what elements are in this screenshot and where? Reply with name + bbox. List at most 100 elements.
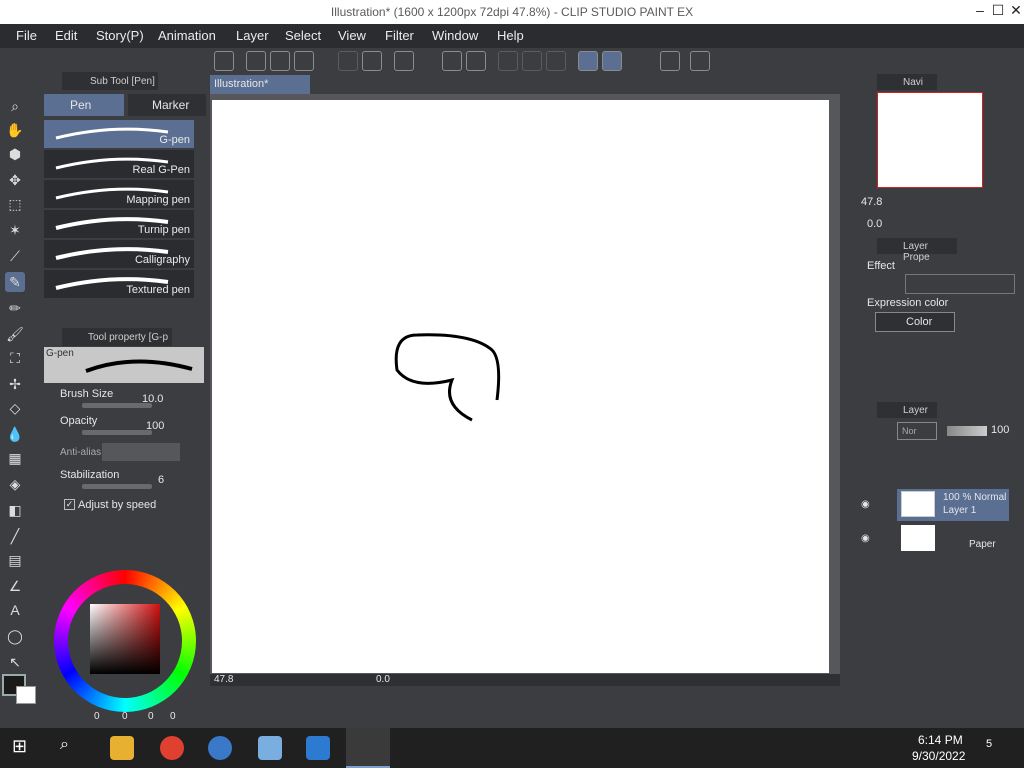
hand-tool-icon[interactable]: ✋ [5, 120, 25, 140]
effect-buttons[interactable] [905, 274, 1015, 294]
menu-select[interactable]: Select [285, 28, 321, 43]
brush-item[interactable]: Real G-Pen [44, 150, 194, 178]
subtool-header[interactable]: Sub Tool [Pen] [62, 72, 158, 90]
grid-icon[interactable] [498, 51, 518, 71]
clip-studio-taskbar-icon[interactable] [346, 728, 390, 768]
opacity-bar[interactable] [947, 426, 987, 436]
layer-row[interactable]: 100 % Normal Layer 1 [897, 489, 1009, 521]
brush-item[interactable]: Mapping pen [44, 180, 194, 208]
menu-view[interactable]: View [338, 28, 366, 43]
brush-item[interactable]: Textured pen [44, 270, 194, 298]
move-tool-icon[interactable]: ✥ [5, 170, 25, 190]
menu-filter[interactable]: Filter [385, 28, 414, 43]
balloon-icon[interactable]: ◯ [5, 626, 25, 646]
stabilization-value[interactable]: 6 [158, 474, 164, 486]
opacity-value[interactable]: 100 [146, 420, 164, 432]
adjust-speed-checkbox[interactable]: ✓ [64, 499, 75, 510]
app-icon[interactable] [306, 736, 330, 760]
canvas-tab[interactable]: Illustration* [210, 75, 310, 94]
magic-wand-icon[interactable]: ✶ [5, 220, 25, 240]
settings-icon[interactable] [660, 51, 680, 71]
open-file-icon[interactable] [270, 51, 290, 71]
app-icon[interactable] [258, 736, 282, 760]
fill-icon[interactable] [442, 51, 462, 71]
canvas-zoom[interactable]: 47.8 [214, 674, 233, 685]
menu-story[interactable]: Story(P) [96, 28, 144, 43]
adjust-speed-label[interactable]: Adjust by speed [78, 499, 156, 511]
text-tool-icon[interactable]: A [5, 600, 25, 620]
navigator-preview[interactable] [877, 92, 983, 188]
undo-icon[interactable] [338, 51, 358, 71]
navigator-zoom[interactable]: 47.8 [861, 196, 882, 208]
brush-item[interactable]: Calligraphy [44, 240, 194, 268]
layer-row[interactable]: Paper [897, 523, 1009, 555]
canvas-angle[interactable]: 0.0 [376, 674, 390, 685]
close-button[interactable]: ✕ [1006, 2, 1024, 22]
mask-icon[interactable] [546, 51, 566, 71]
menu-layer[interactable]: Layer [236, 28, 269, 43]
decoration-icon[interactable]: ✢ [5, 374, 25, 394]
tab-pen[interactable]: Pen [44, 94, 124, 116]
correct-line-icon[interactable]: ↖ [5, 652, 25, 672]
minimize-button[interactable]: – [970, 2, 990, 22]
notification-icon[interactable]: 5 [986, 738, 1006, 758]
eraser-icon[interactable]: ◇ [5, 398, 25, 418]
stabilization-slider[interactable] [82, 484, 152, 489]
snap-ruler-icon[interactable] [578, 51, 598, 71]
brush-size-value[interactable]: 10.0 [142, 393, 163, 405]
figure-icon[interactable]: ╱ [5, 526, 25, 546]
blend-icon[interactable]: 💧 [5, 424, 25, 444]
menu-file[interactable]: File [16, 28, 37, 43]
sub-color-swatch[interactable] [16, 686, 36, 704]
ruler-icon[interactable]: ∠ [5, 576, 25, 596]
selection-icon[interactable] [522, 51, 542, 71]
layer-property-tab[interactable]: Layer Prope [877, 238, 957, 263]
opacity-slider[interactable] [82, 430, 152, 435]
save-icon[interactable] [294, 51, 314, 71]
transform-icon[interactable] [466, 51, 486, 71]
brush-item[interactable]: Turnip pen [44, 210, 194, 238]
selection-tool-icon[interactable]: ⬚ [5, 194, 25, 214]
navigator-tab[interactable]: Navi [877, 74, 937, 90]
clock-time[interactable]: 6:14 PM [918, 733, 963, 747]
expression-color-select[interactable]: Color [875, 312, 955, 332]
fill-tool-icon[interactable]: ◈ [5, 474, 25, 494]
start-icon[interactable]: ⊞ [12, 736, 36, 760]
menu-edit[interactable]: Edit [55, 28, 77, 43]
canvas-paper[interactable] [212, 100, 829, 673]
pen-tool-icon[interactable]: ✎ [5, 272, 25, 292]
color-square[interactable] [90, 604, 160, 674]
menu-help[interactable]: Help [497, 28, 524, 43]
search-icon[interactable]: ⌕ [60, 736, 84, 760]
snap-special-icon[interactable] [602, 51, 622, 71]
clip-studio-icon[interactable] [214, 51, 234, 71]
object-tool-icon[interactable]: ⬢ [5, 144, 25, 164]
file-explorer-icon[interactable] [110, 736, 134, 760]
new-file-icon[interactable] [246, 51, 266, 71]
blend-mode-select[interactable]: Nor [897, 422, 937, 440]
clock-date[interactable]: 9/30/2022 [912, 749, 965, 763]
chrome-icon[interactable] [160, 736, 184, 760]
tool-property-header[interactable]: Tool property [G-p [62, 328, 172, 346]
layer-opacity-value[interactable]: 100 [991, 424, 1009, 436]
zoom-tool-icon[interactable]: ⌕ [5, 96, 25, 116]
airbrush-icon[interactable]: ⛶ [5, 348, 25, 368]
brush-tool-icon[interactable]: 🖌 [5, 324, 25, 344]
redo-icon[interactable] [362, 51, 382, 71]
frame-icon[interactable]: ▤ [5, 550, 25, 570]
layer-tab[interactable]: Layer [877, 402, 937, 418]
maximize-button[interactable]: ☐ [988, 2, 1008, 22]
navigator-angle[interactable]: 0.0 [867, 218, 882, 230]
help-icon[interactable] [690, 51, 710, 71]
mesh-icon[interactable]: ▦ [5, 448, 25, 468]
menu-window[interactable]: Window [432, 28, 478, 43]
gradient-icon[interactable]: ◧ [5, 500, 25, 520]
loading-icon[interactable] [394, 51, 414, 71]
qbittorrent-icon[interactable] [208, 736, 232, 760]
antialias-selector[interactable] [102, 443, 180, 461]
eyedropper-icon[interactable]: ⟋ [5, 246, 25, 266]
visibility-eye-icon[interactable]: ◉ [861, 499, 875, 510]
pencil-tool-icon[interactable]: ✏ [5, 298, 25, 318]
visibility-eye-icon[interactable]: ◉ [861, 533, 875, 544]
brush-item[interactable]: G-pen [44, 120, 194, 148]
